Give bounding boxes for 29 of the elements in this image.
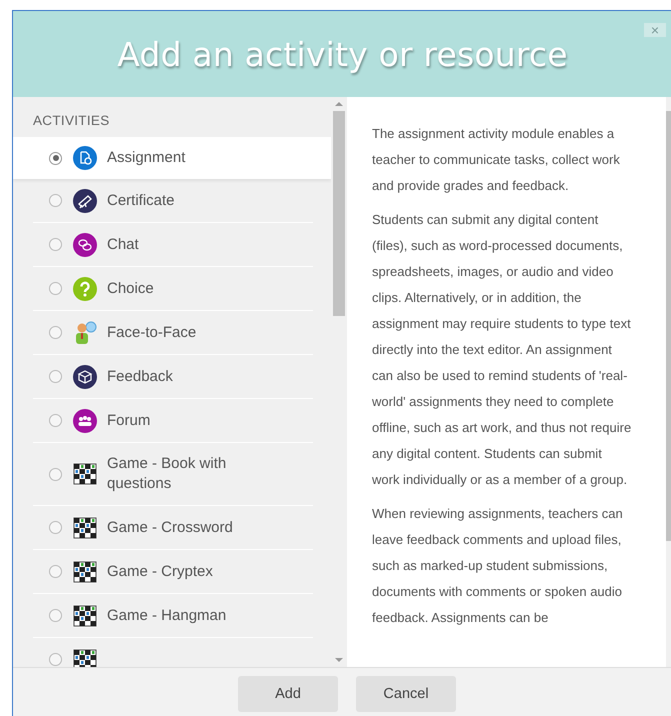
activity-option[interactable]: Assignment bbox=[13, 137, 331, 179]
activity-label: Choice bbox=[107, 278, 154, 298]
activity-label: Feedback bbox=[107, 366, 173, 386]
activity-label: Game - Hangman bbox=[107, 606, 226, 626]
activity-option[interactable]: Feedback bbox=[33, 354, 313, 398]
activity-option[interactable]: Game - Crossword bbox=[33, 505, 313, 549]
dialog-title: Add an activity or resource bbox=[117, 34, 568, 74]
add-button[interactable]: Add bbox=[238, 676, 338, 712]
activity-label: Face-to-Face bbox=[107, 322, 196, 342]
description-paragraph: The assignment activity module enables a teacher to communicate tasks, collect work and provide grades and feedback. bbox=[372, 125, 621, 195]
activity-label: Game - Book with questions bbox=[107, 454, 228, 494]
activity-option[interactable]: Game - Hangman bbox=[33, 593, 313, 637]
activity-label: Game - Cryptex bbox=[107, 562, 213, 582]
activity-label: Forum bbox=[107, 410, 150, 430]
activity-option[interactable]: Chat bbox=[33, 222, 313, 266]
activity-option[interactable]: Face-to-Face bbox=[33, 310, 313, 354]
section-heading: ACTIVITIES bbox=[13, 97, 331, 137]
activity-option[interactable]: Choice bbox=[33, 266, 313, 310]
description-paragraph: When reviewing assignments, teachers can leave feedback comments and upload files, such as marked-up student submissions, documents with comments or spoken audio feedback. Assignments can be bbox=[372, 505, 624, 627]
cancel-button[interactable]: Cancel bbox=[356, 676, 456, 712]
activity-label: Chat bbox=[107, 234, 139, 254]
activity-option[interactable]: Certificate bbox=[33, 179, 313, 222]
activity-option[interactable]: Forum bbox=[33, 398, 313, 442]
activity-option[interactable]: Game - Book with questions bbox=[33, 442, 313, 505]
description-paragraph: Students can submit any digital content (files), such as word-processed documents, spreadsheets, images, or audio and video clips. Alternatively, or in addition, the assignment may require students to type text directly into the text editor. An assignment can also be used to remind students of 'real-world' assignments they need to complete offline, such as art work, and thus not require any digital content. Students can submit work individually or as a member of a group. bbox=[372, 211, 632, 489]
activity-label: Certificate bbox=[107, 190, 175, 210]
activity-option[interactable]: Game - Cryptex bbox=[33, 549, 313, 593]
activity-label: Game - Crossword bbox=[107, 518, 233, 538]
activity-label: Assignment bbox=[107, 148, 186, 168]
